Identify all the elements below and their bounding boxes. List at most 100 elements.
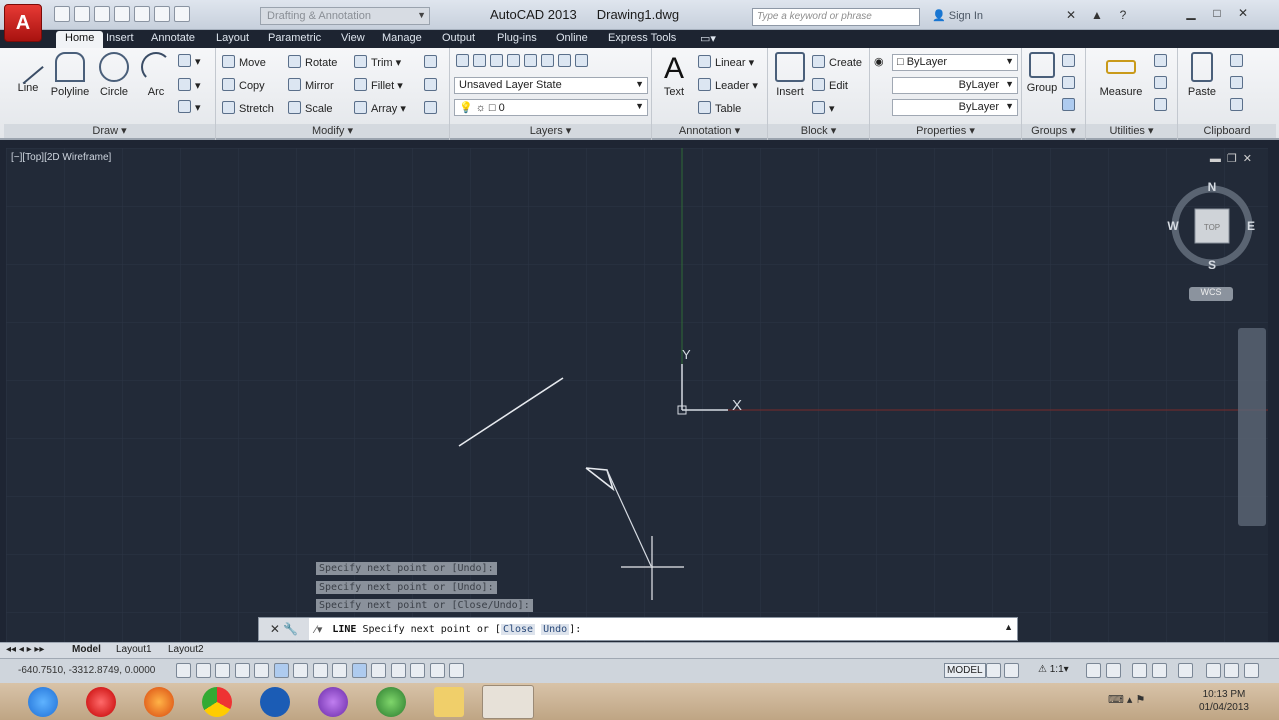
chrome-icon[interactable] (202, 687, 232, 717)
group-select-button[interactable] (1062, 98, 1079, 112)
internet-explorer-icon[interactable] (28, 687, 58, 717)
rotate-button[interactable]: Rotate (288, 55, 337, 69)
save-icon[interactable] (94, 6, 110, 22)
file-explorer-icon[interactable] (434, 687, 464, 717)
copy-button[interactable]: Copy (222, 78, 265, 92)
saveas-icon[interactable] (114, 6, 130, 22)
bluetooth-icon[interactable] (260, 687, 290, 717)
close-option[interactable]: Close (500, 623, 536, 635)
hatch-button[interactable]: ▾ (178, 78, 201, 92)
paste-button[interactable]: Paste (1180, 52, 1224, 98)
opera-icon[interactable] (86, 687, 116, 717)
ortho-toggle-icon[interactable] (234, 663, 250, 678)
navigation-bar[interactable] (1238, 328, 1266, 526)
close-icon[interactable]: ✕ (1230, 6, 1256, 24)
tab-plug-ins[interactable]: Plug-ins (497, 32, 537, 44)
copy-clip-button[interactable] (1230, 76, 1247, 90)
ribbon-minimize-icon[interactable]: ▭▾ (700, 32, 716, 45)
firefox-icon[interactable] (144, 687, 174, 717)
otrack-toggle-icon[interactable] (312, 663, 328, 678)
tab-layout2[interactable]: Layout2 (168, 644, 204, 655)
exchange-icon[interactable]: ✕ (1058, 8, 1084, 26)
annotation-visibility-icon[interactable] (1086, 663, 1101, 678)
infer-toggle-icon[interactable] (176, 663, 191, 678)
tab-online[interactable]: Online (556, 32, 588, 44)
qp-toggle-icon[interactable] (410, 663, 425, 678)
id-point-button[interactable] (1154, 76, 1171, 90)
compass-west[interactable]: W (1167, 219, 1179, 233)
plot-icon[interactable] (134, 6, 150, 22)
layer-select[interactable]: 💡 ☼ □ 0 ▼ (454, 99, 648, 116)
array-button[interactable]: Array ▾ (354, 101, 406, 115)
lock-icon[interactable] (1152, 663, 1167, 678)
ungroup-button[interactable] (1062, 54, 1079, 68)
move-button[interactable]: Move (222, 55, 266, 69)
fillet-button[interactable]: Fillet ▾ (354, 78, 403, 92)
new-icon[interactable] (54, 6, 70, 22)
attribute-button[interactable]: ▾ (812, 101, 835, 115)
edit-block-button[interactable]: Edit (812, 78, 848, 92)
application-menu-button[interactable]: A (4, 4, 42, 42)
annotation-scale[interactable]: ⚠ 1:1▾ (1038, 664, 1069, 675)
clean-screen-icon[interactable] (1244, 663, 1259, 678)
drawing-canvas[interactable]: Y X TOP N S E W (6, 148, 1268, 642)
minimize-icon[interactable]: ▁ (1178, 6, 1204, 24)
command-line-grip[interactable]: ✕ 🔧 (259, 618, 309, 640)
tab-annotate[interactable]: Annotate (151, 32, 195, 44)
layout-nav-arrows[interactable]: ◂◂ ◂ ▸ ▸▸ (6, 644, 44, 655)
tab-express-tools[interactable]: Express Tools (608, 32, 676, 44)
table-button[interactable]: Table (698, 101, 741, 115)
linear-button[interactable]: Linear ▾ (698, 55, 754, 69)
region-button[interactable]: ▾ (178, 100, 201, 114)
quick-view-layouts-icon[interactable] (986, 663, 1001, 678)
status-menu-icon[interactable] (1224, 663, 1239, 678)
redo-icon[interactable] (174, 6, 190, 22)
tab-home[interactable]: Home (56, 31, 104, 48)
wcs-menu[interactable]: WCS (1189, 287, 1233, 301)
tab-layout[interactable]: Layout (216, 32, 249, 44)
tab-model[interactable]: Model (72, 644, 101, 655)
measure-button[interactable]: Measure (1096, 52, 1146, 98)
quick-select-button[interactable] (1154, 54, 1171, 68)
quick-view-drawings-icon[interactable] (1004, 663, 1019, 678)
am-toggle-icon[interactable] (449, 663, 464, 678)
block-panel-title[interactable]: Block ▾ (768, 124, 869, 138)
rectangle-button[interactable]: ▾ (178, 54, 201, 68)
system-clock[interactable]: 10:13 PM 01/04/2013 (1199, 688, 1249, 714)
globe-app-icon[interactable] (376, 687, 406, 717)
tab-view[interactable]: View (341, 32, 365, 44)
viewport-window-controls[interactable]: ▬❐✕ (1210, 152, 1258, 165)
chevron-up-icon[interactable]: ▲ (1004, 622, 1013, 632)
maximize-icon[interactable]: □ (1204, 6, 1230, 24)
mirror-button[interactable]: Mirror (288, 78, 334, 92)
lwt-toggle-icon[interactable] (371, 663, 386, 678)
cut-button[interactable] (1230, 54, 1247, 68)
autocad-taskbar-button[interactable] (482, 685, 534, 719)
grid-toggle-icon[interactable] (215, 663, 230, 678)
undo-icon[interactable] (154, 6, 170, 22)
polar-toggle-icon[interactable] (254, 663, 269, 678)
erase-button[interactable] (424, 55, 441, 69)
color-wheel-icon[interactable]: ◉ (874, 55, 884, 68)
properties-panel-title[interactable]: Properties ▾ (870, 124, 1021, 138)
tab-output[interactable]: Output (442, 32, 475, 44)
tpy-toggle-icon[interactable] (390, 663, 406, 678)
calculator-button[interactable] (1154, 98, 1171, 112)
media-player-icon[interactable] (318, 687, 348, 717)
keyboard-icon[interactable]: ⌨ ▴ ⚑ (1108, 693, 1145, 706)
command-line[interactable]: ✕ 🔧 ⁄▾ LINE Specify next point or [Close… (258, 617, 1018, 641)
tab-insert[interactable]: Insert (106, 32, 134, 44)
annotation-panel-title[interactable]: Annotation ▾ (652, 124, 767, 138)
ducs-toggle-icon[interactable] (332, 663, 347, 678)
layers-panel-title[interactable]: Layers ▾ (450, 124, 651, 138)
group-edit-button[interactable] (1062, 76, 1079, 90)
lineweight-select[interactable]: ByLayer ▼ (892, 99, 1018, 116)
undo-option[interactable]: Undo (541, 623, 570, 635)
hardware-accel-icon[interactable] (1178, 663, 1193, 678)
dyn-toggle-icon[interactable] (351, 663, 367, 678)
insert-button[interactable]: Insert (768, 52, 812, 98)
match-properties-button[interactable] (1230, 98, 1247, 112)
workspace-switch-icon[interactable] (1132, 663, 1147, 678)
tab-manage[interactable]: Manage (382, 32, 422, 44)
snap-toggle-icon[interactable] (195, 663, 211, 678)
